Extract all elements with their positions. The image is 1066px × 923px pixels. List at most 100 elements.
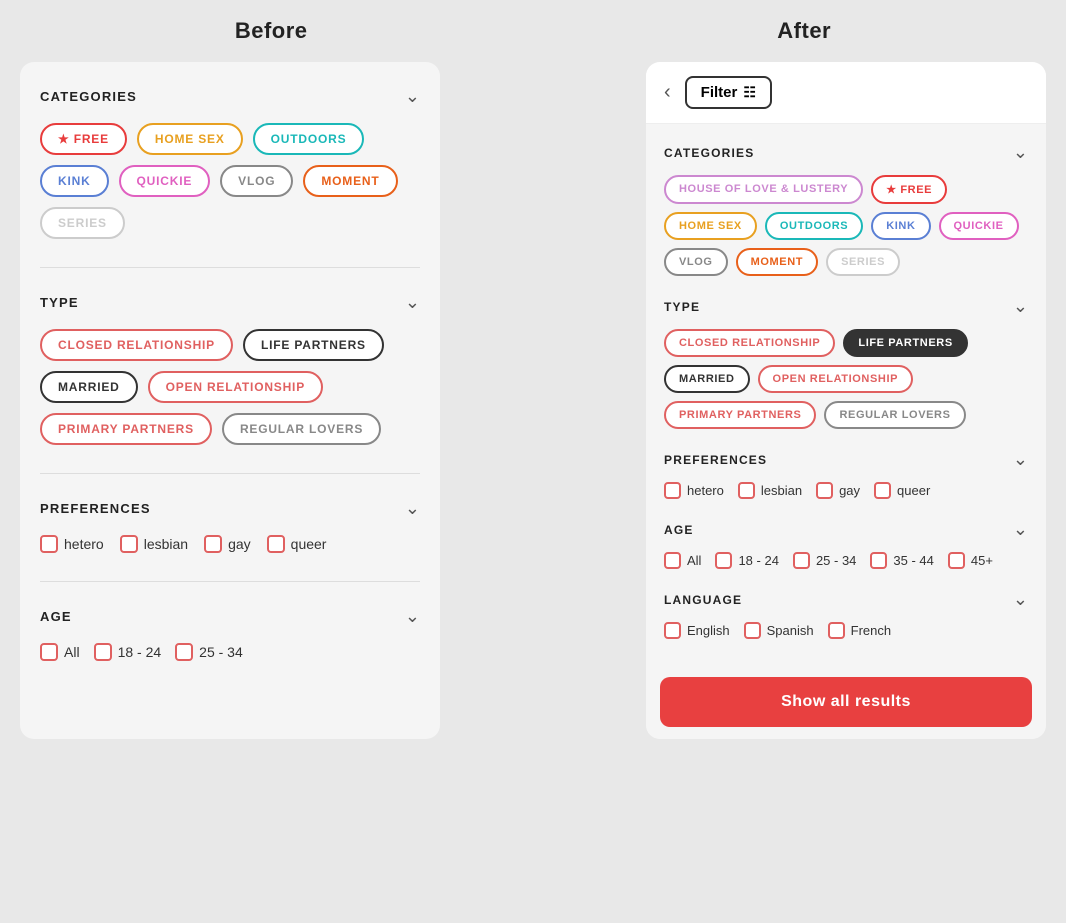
before-divider-3 — [40, 581, 420, 582]
after-tag-free[interactable]: ★ FREE — [871, 175, 947, 204]
after-language-title: LANGUAGE — [664, 593, 742, 607]
pref-queer[interactable]: queer — [267, 535, 327, 553]
after-tag-kink[interactable]: KINK — [871, 212, 930, 240]
tag-free[interactable]: ★ FREE — [40, 123, 127, 155]
age-all[interactable]: All — [40, 643, 80, 661]
after-pref-gay-label: gay — [839, 483, 860, 498]
after-tag-house[interactable]: House of Love & Lustery — [664, 175, 863, 204]
back-button[interactable]: ‹ — [664, 81, 671, 104]
after-age-all-checkbox[interactable] — [664, 552, 681, 569]
header-row: Before After — [0, 0, 1066, 62]
tag-closed-relationship[interactable]: CLOSED RELATIONSHIP — [40, 329, 233, 361]
after-age-45plus-checkbox[interactable] — [948, 552, 965, 569]
tag-life-partners[interactable]: LIFE PARTNERS — [243, 329, 384, 361]
after-age-chevron[interactable]: ⌄ — [1013, 519, 1028, 540]
after-age-18-24[interactable]: 18 - 24 — [715, 552, 778, 569]
after-age-25-34[interactable]: 25 - 34 — [793, 552, 856, 569]
after-age-35-44[interactable]: 35 - 44 — [870, 552, 933, 569]
after-pref-queer-checkbox[interactable] — [874, 482, 891, 499]
after-lang-spanish-checkbox[interactable] — [744, 622, 761, 639]
before-age-chevron[interactable]: ⌄ — [405, 606, 420, 627]
before-type-chevron[interactable]: ⌄ — [405, 292, 420, 313]
show-results-button[interactable]: Show all results — [660, 677, 1032, 727]
after-lang-french-checkbox[interactable] — [828, 622, 845, 639]
after-type-header: TYPE ⌄ — [664, 296, 1028, 317]
after-pref-lesbian-checkbox[interactable] — [738, 482, 755, 499]
pref-hetero-checkbox[interactable] — [40, 535, 58, 553]
pref-hetero[interactable]: hetero — [40, 535, 104, 553]
after-pref-queer[interactable]: queer — [874, 482, 930, 499]
filter-button[interactable]: Filter ☷ — [685, 76, 772, 109]
after-pref-lesbian[interactable]: lesbian — [738, 482, 802, 499]
after-type-title: TYPE — [664, 300, 700, 314]
after-type-chevron[interactable]: ⌄ — [1013, 296, 1028, 317]
pref-gay-checkbox[interactable] — [204, 535, 222, 553]
after-pref-hetero[interactable]: hetero — [664, 482, 724, 499]
tag-homesex[interactable]: HOME SEX — [137, 123, 243, 155]
age-25-34[interactable]: 25 - 34 — [175, 643, 243, 661]
after-tag-outdoors[interactable]: OUTDOORS — [765, 212, 863, 240]
pref-gay[interactable]: gay — [204, 535, 251, 553]
after-language-header: LANGUAGE ⌄ — [664, 589, 1028, 610]
after-age-all[interactable]: All — [664, 552, 701, 569]
tag-kink[interactable]: KINK — [40, 165, 109, 197]
pref-queer-label: queer — [291, 536, 327, 552]
after-age-header: AGE ⌄ — [664, 519, 1028, 540]
tag-regular-lovers[interactable]: REGULAR LOVERS — [222, 413, 381, 445]
after-tag-life-partners[interactable]: LIFE PARTNERS — [843, 329, 967, 357]
after-pref-hetero-checkbox[interactable] — [664, 482, 681, 499]
after-age-18-24-checkbox[interactable] — [715, 552, 732, 569]
after-lang-spanish[interactable]: Spanish — [744, 622, 814, 639]
tag-open-relationship[interactable]: OPEN RELATIONSHIP — [148, 371, 323, 403]
after-tag-series[interactable]: SERIES — [826, 248, 900, 276]
after-lang-english-checkbox[interactable] — [664, 622, 681, 639]
after-age-25-34-checkbox[interactable] — [793, 552, 810, 569]
before-type-header: TYPE ⌄ — [40, 292, 420, 313]
age-18-24-checkbox[interactable] — [94, 643, 112, 661]
after-pref-gay-checkbox[interactable] — [816, 482, 833, 499]
after-lang-english[interactable]: English — [664, 622, 730, 639]
after-categories-header: CATEGORIES ⌄ — [664, 142, 1028, 163]
tag-moment[interactable]: MOMENT — [303, 165, 397, 197]
tag-outdoors[interactable]: OUTDOORS — [253, 123, 365, 155]
age-all-label: All — [64, 644, 80, 660]
after-age-section: AGE ⌄ All 18 - 24 — [664, 519, 1028, 569]
after-lang-row: English Spanish French — [664, 622, 1028, 639]
before-categories-tags: ★ FREE HOME SEX OUTDOORS KINK QUICKIE VL… — [40, 123, 420, 239]
after-tag-vlog[interactable]: VLOG — [664, 248, 728, 276]
before-categories-header: CATEGORIES ⌄ — [40, 86, 420, 107]
after-tag-quickie[interactable]: QUICKIE — [939, 212, 1019, 240]
after-pref-queer-label: queer — [897, 483, 930, 498]
after-age-35-44-checkbox[interactable] — [870, 552, 887, 569]
age-25-34-checkbox[interactable] — [175, 643, 193, 661]
after-prefs-chevron[interactable]: ⌄ — [1013, 449, 1028, 470]
after-pref-gay[interactable]: gay — [816, 482, 860, 499]
after-lang-french[interactable]: French — [828, 622, 891, 639]
pref-gay-label: gay — [228, 536, 251, 552]
before-prefs-chevron[interactable]: ⌄ — [405, 498, 420, 519]
pref-lesbian-checkbox[interactable] — [120, 535, 138, 553]
age-18-24[interactable]: 18 - 24 — [94, 643, 162, 661]
before-categories-section: CATEGORIES ⌄ ★ FREE HOME SEX OUTDOORS KI… — [40, 86, 420, 239]
tag-married[interactable]: MARRIED — [40, 371, 138, 403]
pref-queer-checkbox[interactable] — [267, 535, 285, 553]
after-language-chevron[interactable]: ⌄ — [1013, 589, 1028, 610]
after-tag-moment[interactable]: MOMENT — [736, 248, 818, 276]
pref-lesbian[interactable]: lesbian — [120, 535, 188, 553]
after-tag-married[interactable]: MARRIED — [664, 365, 750, 393]
age-all-checkbox[interactable] — [40, 643, 58, 661]
after-prefs-title: PREFERENCES — [664, 453, 767, 467]
after-tag-closed-relationship[interactable]: CLOSED RELATIONSHIP — [664, 329, 835, 357]
tag-vlog[interactable]: VLOG — [220, 165, 293, 197]
after-tag-primary-partners[interactable]: PRIMARY PARTNERS — [664, 401, 816, 429]
after-tag-regular-lovers[interactable]: REGULAR LOVERS — [824, 401, 965, 429]
before-categories-chevron[interactable]: ⌄ — [405, 86, 420, 107]
tag-series[interactable]: SERIES — [40, 207, 125, 239]
after-categories-chevron[interactable]: ⌄ — [1013, 142, 1028, 163]
after-tag-open-relationship[interactable]: OPEN RELATIONSHIP — [758, 365, 914, 393]
after-tag-homesex[interactable]: HOME SEX — [664, 212, 757, 240]
after-age-45plus[interactable]: 45+ — [948, 552, 993, 569]
tag-quickie[interactable]: QUICKIE — [119, 165, 211, 197]
tag-primary-partners[interactable]: PRIMARY PARTNERS — [40, 413, 212, 445]
age-25-34-label: 25 - 34 — [199, 644, 243, 660]
